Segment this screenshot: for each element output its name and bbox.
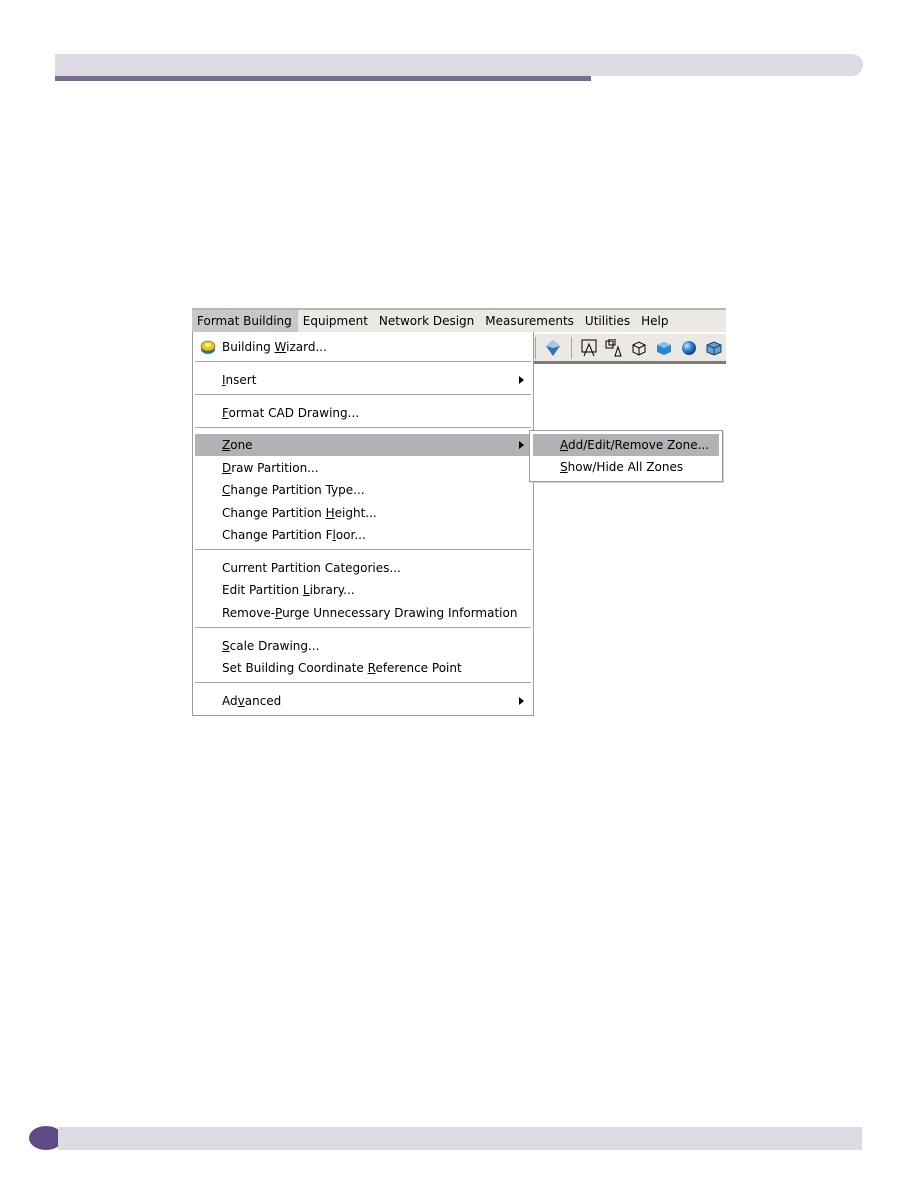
partition-a-icon[interactable] [580, 338, 599, 358]
drawing-canvas[interactable] [532, 364, 726, 724]
page-header-rule [55, 76, 591, 81]
menu-separator [195, 627, 531, 628]
menu-item-change-partition-floor[interactable]: Change Partition Floor... [195, 524, 531, 546]
menu-format-building[interactable]: Format Building [192, 310, 298, 332]
submenu-arrow-icon [519, 697, 524, 705]
page-footer-band [58, 1127, 862, 1150]
toolbar [532, 334, 726, 364]
menu-separator [195, 682, 531, 683]
menu-separator [195, 427, 531, 428]
submenu-item-show-hide-all-zones[interactable]: Show/Hide All Zones [533, 456, 719, 478]
menu-item-change-partition-height[interactable]: Change Partition Height... [195, 502, 531, 524]
menu-item-set-reference-point[interactable]: Set Building Coordinate Reference Point [195, 657, 531, 679]
menu-separator [195, 394, 531, 395]
menu-item-zone[interactable]: Zone [195, 434, 531, 456]
menu-item-insert[interactable]: Insert [195, 369, 531, 391]
menu-measurements[interactable]: Measurements [480, 310, 580, 332]
menu-utilities[interactable]: Utilities [580, 310, 636, 332]
menu-separator [195, 361, 531, 362]
wireframe-cube-icon[interactable] [630, 338, 649, 358]
menu-item-format-cad-drawing[interactable]: Format CAD Drawing... [195, 402, 531, 424]
sphere-icon[interactable] [679, 338, 698, 358]
building-wizard-icon [200, 339, 216, 355]
toolbar-separator [570, 336, 572, 359]
menu-equipment[interactable]: Equipment [298, 310, 374, 332]
menu-item-current-partition-categories[interactable]: Current Partition Categories... [195, 557, 531, 579]
menu-item-advanced[interactable]: Advanced [195, 690, 531, 712]
submenu-item-add-edit-remove-zone[interactable]: Add/Edit/Remove Zone... [533, 434, 719, 456]
menu-item-scale-drawing[interactable]: Scale Drawing... [195, 635, 531, 657]
menu-item-edit-partition-library[interactable]: Edit Partition Library... [195, 579, 531, 601]
format-building-menu: Building Wizard... Insert Format CAD Dra… [192, 332, 534, 716]
submenu-arrow-icon [519, 441, 524, 449]
submenu-arrow-icon [519, 376, 524, 384]
menu-bar: Format Building Equipment Network Design… [192, 308, 726, 332]
menu-item-remove-purge[interactable]: Remove-Purge Unnecessary Drawing Informa… [195, 602, 531, 624]
menu-separator [195, 549, 531, 550]
page-header-band [55, 54, 863, 76]
menu-item-building-wizard[interactable]: Building Wizard... [195, 336, 531, 358]
solid-cube-icon[interactable] [654, 338, 673, 358]
zone-submenu: Add/Edit/Remove Zone... Show/Hide All Zo… [529, 430, 723, 482]
menu-help[interactable]: Help [636, 310, 674, 332]
objects-icon[interactable] [605, 338, 624, 358]
menu-item-draw-partition[interactable]: Draw Partition... [195, 457, 531, 479]
menu-network-design[interactable]: Network Design [374, 310, 480, 332]
app-screenshot: Format Building Equipment Network Design… [192, 308, 726, 728]
menu-item-change-partition-type[interactable]: Change Partition Type... [195, 479, 531, 501]
shaded-cube-icon[interactable] [704, 338, 723, 358]
toolbar-separator [535, 336, 536, 359]
view-3d-shaded-icon[interactable] [544, 338, 563, 358]
